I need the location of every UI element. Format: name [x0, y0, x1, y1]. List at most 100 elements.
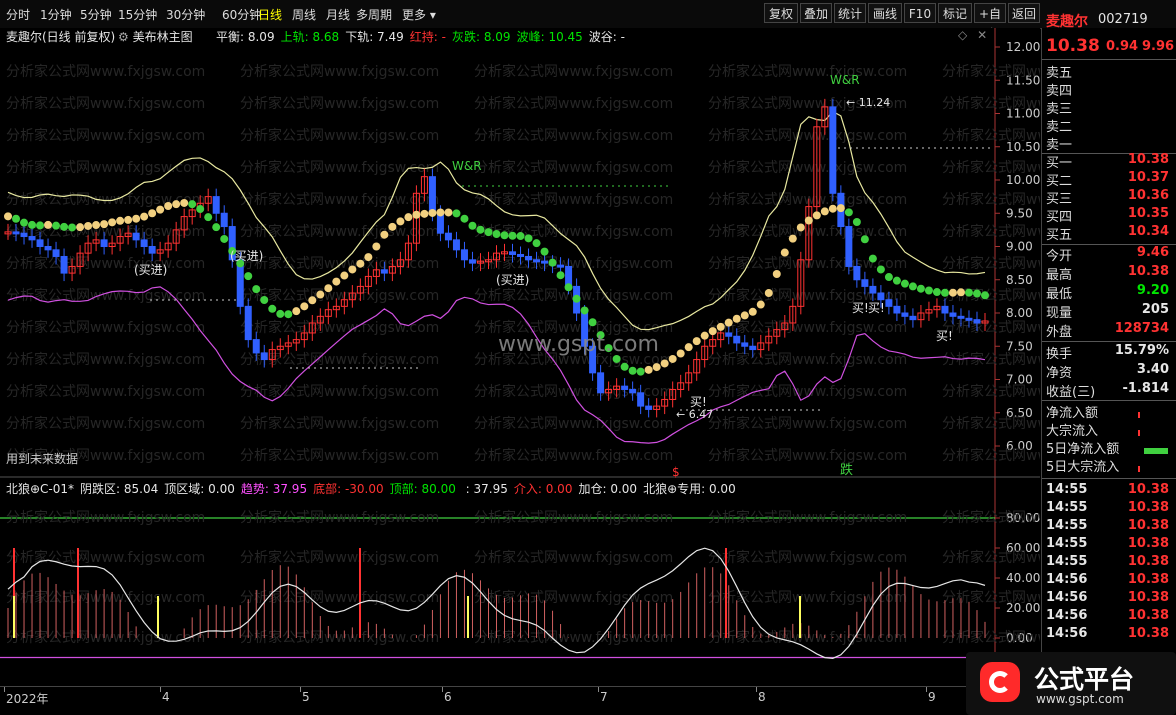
timeframe-tab[interactable]: 周线	[292, 6, 316, 23]
legend-value: 10.45	[544, 30, 583, 44]
main-legend: 平衡: 8.09 上轨: 8.68 下轨: 7.49 红持: - 灰跌: 8.09 波峰:…	[216, 28, 631, 45]
price-chart[interactable]: 12.00 11.50 11.00 10.50 10.00 9.50 9.00 8.50 8.0…	[0, 28, 1141, 496]
sell-level: 卖三	[1046, 98, 1176, 117]
logo: 公式平台 www.gspt.com	[966, 652, 1176, 715]
trend-dot	[132, 214, 141, 223]
watermark-text: 分析家公式网www.fxjgsw.com	[240, 287, 439, 304]
watermark-text: 分析家公式网www.fxjgsw.com	[6, 287, 205, 304]
buy-mark: 买!	[852, 301, 869, 315]
trend-dot	[300, 302, 309, 311]
timeframe-tab[interactable]: 60分钟	[222, 6, 261, 23]
watermark-text: 分析家公式网www.fxjgsw.com	[942, 63, 1040, 80]
watermark-text: 分析家公式网www.fxjgsw.com	[240, 509, 439, 526]
timeframe-tab[interactable]: 多周期	[356, 6, 392, 23]
trend-dot	[812, 211, 821, 220]
legend-label: 灰跌:	[451, 30, 481, 44]
stat-value: 9.20	[1136, 283, 1169, 298]
toolbar-button[interactable]: 统计	[834, 3, 866, 23]
trend-dot	[572, 294, 581, 303]
timeframe-tab[interactable]: 15分钟	[118, 6, 157, 23]
timeframe-tab[interactable]: 30分钟	[166, 6, 205, 23]
tick-price: 10.38	[1127, 608, 1169, 623]
date-tick-mark	[926, 687, 927, 692]
indicator-chart[interactable]: 80.00 60.00 40.00 20.00 0.00 分析家公式网www.fxjgsw…	[0, 478, 1141, 685]
watermark-text: 分析家公式网www.fxjgsw.com	[942, 319, 1040, 336]
trend-dot	[188, 200, 197, 209]
date-tick: 8	[758, 690, 766, 704]
timeframe-tab[interactable]: 1分钟	[40, 6, 72, 23]
trend-dot	[588, 318, 597, 327]
stat-label: 最低	[1046, 287, 1073, 302]
toolbar-button[interactable]: 叠加	[800, 3, 832, 23]
buy-level-label: 买五	[1046, 228, 1073, 243]
watermark-text: 分析家公式网www.fxjgsw.com	[942, 509, 1040, 526]
indicator-name[interactable]: 北狼⊕C-01*	[6, 482, 74, 496]
watermark-text: 分析家公式网www.fxjgsw.com	[6, 415, 205, 432]
stat-value: 9.46	[1136, 245, 1169, 260]
trend-dot	[4, 212, 12, 221]
timeframe-tab[interactable]: 分时	[6, 6, 30, 23]
toolbar-button[interactable]: 标记	[938, 3, 972, 23]
watermark-text: 分析家公式网www.fxjgsw.com	[240, 191, 439, 208]
top-toolbar: 分时 1分钟 5分钟 15分钟 30分钟 60分钟 日线 周线 月线 多周期 更多 ▾ 复权 叠加 统计…	[0, 0, 1176, 41]
diamond-icon[interactable]: ◇	[958, 28, 967, 42]
date-tick: 2022年	[6, 692, 49, 706]
toolbar-button[interactable]: F10	[904, 3, 936, 23]
watermark-text: 分析家公式网www.fxjgsw.com	[942, 549, 1040, 566]
timeframe-tab[interactable]: 日线	[258, 6, 282, 23]
tick-time: 14:55	[1046, 536, 1088, 551]
divider	[1042, 478, 1176, 479]
tick-price: 10.38	[1127, 500, 1169, 515]
toolbar-button[interactable]: 返回	[1008, 3, 1040, 23]
trend-dot	[796, 223, 805, 232]
price-chart-canvas[interactable]: 12.0011.5011.0010.5010.009.509.008.508.0…	[0, 28, 1141, 496]
timeframe-tab[interactable]: 5分钟	[80, 6, 112, 23]
trend-dot	[364, 253, 373, 262]
timeframe-tab[interactable]: 更多 ▾	[402, 6, 436, 23]
flow-label: 大宗流入	[1046, 424, 1099, 439]
wr-label: W&R	[452, 159, 482, 173]
trend-dot	[836, 204, 845, 213]
flow-label: 5日大宗流入	[1046, 460, 1120, 475]
trend-dot	[308, 296, 317, 305]
trend-dot	[820, 207, 829, 216]
indicator-name[interactable]: ⚙ 美布林主图	[118, 28, 193, 45]
trend-dot	[932, 288, 941, 297]
settings-icon[interactable]: ⚙	[118, 30, 129, 44]
watermark-text: 分析家公式网www.fxjgsw.com	[240, 255, 439, 272]
stat-row: 收益(三) -1.814	[1046, 381, 1176, 400]
watermark-text: 分析家公式网www.fxjgsw.com	[474, 509, 673, 526]
trend-dot	[92, 221, 101, 230]
toolbar-button[interactable]: +自选	[974, 3, 1006, 41]
trend-dot	[700, 331, 709, 340]
buy-mark: 买!	[936, 329, 953, 343]
trend-dot	[748, 307, 757, 316]
trend-dot	[884, 273, 893, 282]
watermark-text: 分析家公式网www.fxjgsw.com	[6, 127, 205, 144]
trend-dot	[292, 307, 301, 316]
legend-item: 上轨: 8.68	[281, 30, 340, 44]
stat-value: -1.814	[1122, 381, 1169, 396]
flow-label: 5日净流入额	[1046, 442, 1120, 457]
watermark-text: 分析家公式网www.fxjgsw.com	[474, 629, 673, 646]
stat-label: 现量	[1046, 306, 1073, 321]
trend-dot	[868, 254, 877, 263]
timeframe-tab[interactable]: 月线	[326, 6, 350, 23]
toolbar-button[interactable]: 画线	[868, 3, 902, 23]
trend-dot	[220, 234, 229, 243]
trend-dot	[20, 218, 29, 227]
indicator-chart-canvas[interactable]: 80.0060.0040.0020.000.00分析家公式网www.fxjgsw…	[0, 478, 1141, 685]
trend-dot	[676, 349, 685, 358]
legend-value: -30.00	[341, 482, 384, 496]
trend-dot	[860, 235, 869, 244]
legend-item: 北狼⊕专用: 0.00	[643, 482, 736, 496]
logo-text: 公式平台	[1034, 665, 1135, 694]
trend-dot	[156, 205, 165, 214]
chart-controls[interactable]: ◇ ✕	[958, 28, 987, 42]
close-icon[interactable]: ✕	[977, 28, 987, 42]
legend-item: 顶部: 80.00	[390, 482, 456, 496]
high-mark: ← 11.24	[846, 96, 890, 109]
toolbar-button[interactable]: 复权	[764, 3, 798, 23]
logo-url: www.gspt.com	[1036, 692, 1124, 706]
trend-dot	[956, 288, 965, 297]
